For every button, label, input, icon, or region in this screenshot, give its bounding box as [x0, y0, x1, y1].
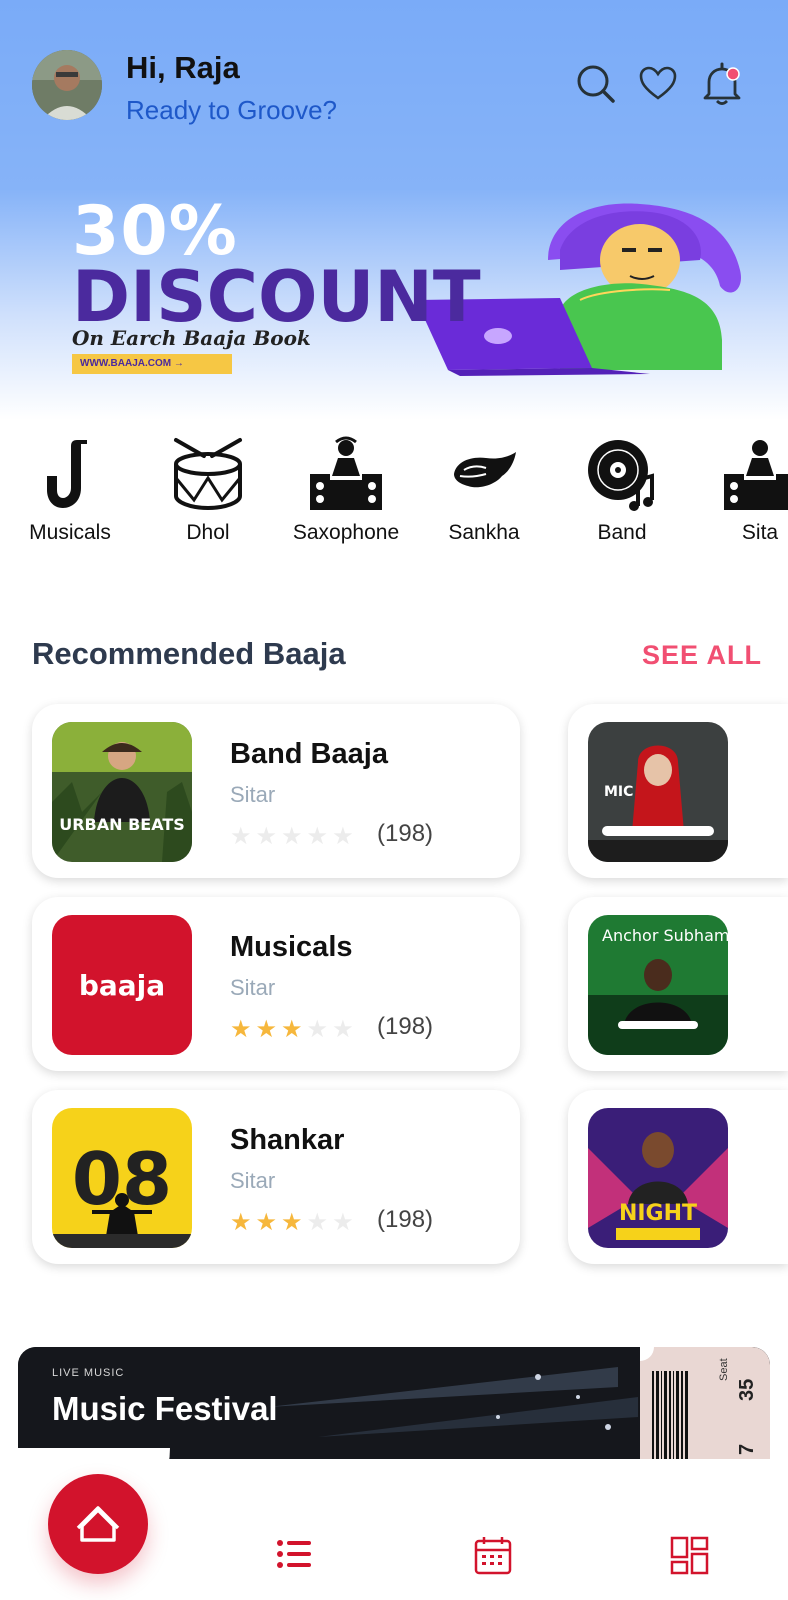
card-thumbnail: 08 [52, 1108, 192, 1248]
review-count: (198) [377, 1206, 434, 1233]
svg-text:NIGHT: NIGHT [619, 1201, 697, 1226]
svg-text:Anchor Subham: Anchor Subham [602, 926, 728, 945]
vinyl-icon [588, 440, 654, 511]
ticket-stub: Seat 35 7 [640, 1347, 770, 1459]
card-thumbnail: NIGHT [588, 1108, 728, 1248]
recommended-card[interactable]: baaja Musicals Sitar ★ ★ ★ ★ ★ (198) [32, 897, 520, 1071]
svg-text:MIC: MIC [604, 784, 633, 800]
svg-text:URBAN BEATS: URBAN BEATS [59, 815, 185, 834]
dj-icon [310, 436, 382, 510]
category-saxophone[interactable]: Saxophone [278, 430, 414, 580]
home-icon [76, 1506, 120, 1542]
app-header: Hi, Raja Ready to Groove? [0, 0, 788, 150]
recommended-card-side[interactable]: NIGHT [568, 1090, 788, 1264]
search-icon[interactable] [574, 62, 618, 106]
calendar-icon[interactable] [472, 1534, 516, 1578]
seat-number: 35 [736, 1378, 758, 1401]
grid-icon[interactable] [668, 1534, 712, 1578]
recommended-card-side[interactable]: Anchor Subham [568, 897, 788, 1071]
star-icon: ★ [306, 823, 329, 850]
section-title: Recommended Baaja [32, 636, 346, 671]
category-label: Sita [741, 521, 779, 544]
recommended-card[interactable]: 08 Shankar Sitar ★ ★ ★ ★ ★ (198) [32, 1090, 520, 1264]
category-label: Saxophone [292, 521, 400, 544]
drum-icon [174, 438, 242, 511]
star-icon: ★ [230, 823, 252, 850]
home-button[interactable] [48, 1474, 148, 1574]
category-sitar[interactable]: Sita [692, 430, 788, 580]
card-thumbnail: Anchor Subham [588, 915, 728, 1055]
recommended-card[interactable]: URBAN BEATS Band Baaja Sitar ★ ★ ★ ★ ★ (198) [32, 704, 520, 878]
category-label: Band [597, 521, 647, 544]
star-icon: ★ [281, 1016, 303, 1043]
card-type: Sitar [230, 782, 276, 807]
category-dhol[interactable]: Dhol [140, 430, 276, 580]
see-all-link[interactable]: SEE ALL [642, 640, 762, 671]
heart-icon[interactable] [636, 62, 680, 106]
star-icon: ★ [255, 1016, 278, 1043]
saxophone-icon [47, 440, 87, 508]
star-rating: ★ ★ ★ ★ ★ [230, 1208, 358, 1237]
star-icon: ★ [230, 1209, 252, 1236]
seat-label: Seat [718, 1358, 730, 1381]
category-label: Dhol [186, 521, 230, 544]
star-icon: ★ [255, 1209, 278, 1236]
promo-title: Music Festival [52, 1390, 278, 1427]
category-label: Sankha [448, 521, 520, 544]
card-thumbnail: baaja [52, 915, 192, 1055]
star-icon: ★ [332, 1209, 354, 1236]
category-label: Musicals [29, 521, 111, 544]
promo-label: LIVE MUSIC [52, 1367, 125, 1379]
music-festival-banner[interactable]: LIVE MUSIC Music Festival Seat 35 7 [18, 1347, 770, 1459]
dj-icon [724, 440, 788, 510]
star-icon: ★ [306, 1209, 329, 1236]
star-icon: ★ [332, 823, 354, 850]
svg-text:baaja: baaja [79, 969, 165, 1002]
card-thumbnail: URBAN BEATS [52, 722, 192, 862]
star-icon: ★ [281, 823, 303, 850]
star-icon: ★ [230, 1016, 252, 1043]
category-band[interactable]: Band [554, 430, 690, 580]
avatar[interactable] [32, 50, 102, 120]
star-icon: ★ [306, 1016, 329, 1043]
bell-icon[interactable] [700, 60, 744, 105]
card-type: Sitar [230, 975, 276, 1000]
card-type: Sitar [230, 1168, 276, 1193]
list-icon[interactable] [274, 1534, 318, 1578]
star-rating: ★ ★ ★ ★ ★ [230, 1015, 358, 1044]
recommended-card-side[interactable]: MIC [568, 704, 788, 878]
banner-tagline: On Earch Baaja Book [72, 326, 311, 350]
category-musicals[interactable]: Musicals [2, 430, 138, 580]
card-name: Shankar [230, 1124, 345, 1156]
banner-headline: DISCOUNT [72, 256, 481, 338]
greeting-text: Hi, Raja [126, 50, 240, 85]
star-icon: ★ [332, 1016, 354, 1043]
review-count: (198) [377, 820, 434, 847]
card-thumbnail: MIC [588, 722, 728, 862]
row-number: 7 [736, 1443, 758, 1455]
banner-url: WWW.BAAJA.COM → [72, 354, 232, 374]
star-rating: ★ ★ ★ ★ ★ [230, 822, 358, 851]
card-name: Band Baaja [230, 738, 388, 770]
card-name: Musicals [230, 931, 353, 963]
notification-dot [726, 67, 740, 81]
category-sankha[interactable]: Sankha [416, 430, 552, 580]
category-list[interactable]: Musicals Dhol Saxophone Sankha Band Sita [0, 430, 788, 590]
star-icon: ★ [255, 823, 278, 850]
star-icon: ★ [281, 1209, 303, 1236]
greeting-subtitle: Ready to Groove? [126, 95, 338, 125]
conch-icon [454, 452, 516, 488]
review-count: (198) [377, 1013, 434, 1040]
